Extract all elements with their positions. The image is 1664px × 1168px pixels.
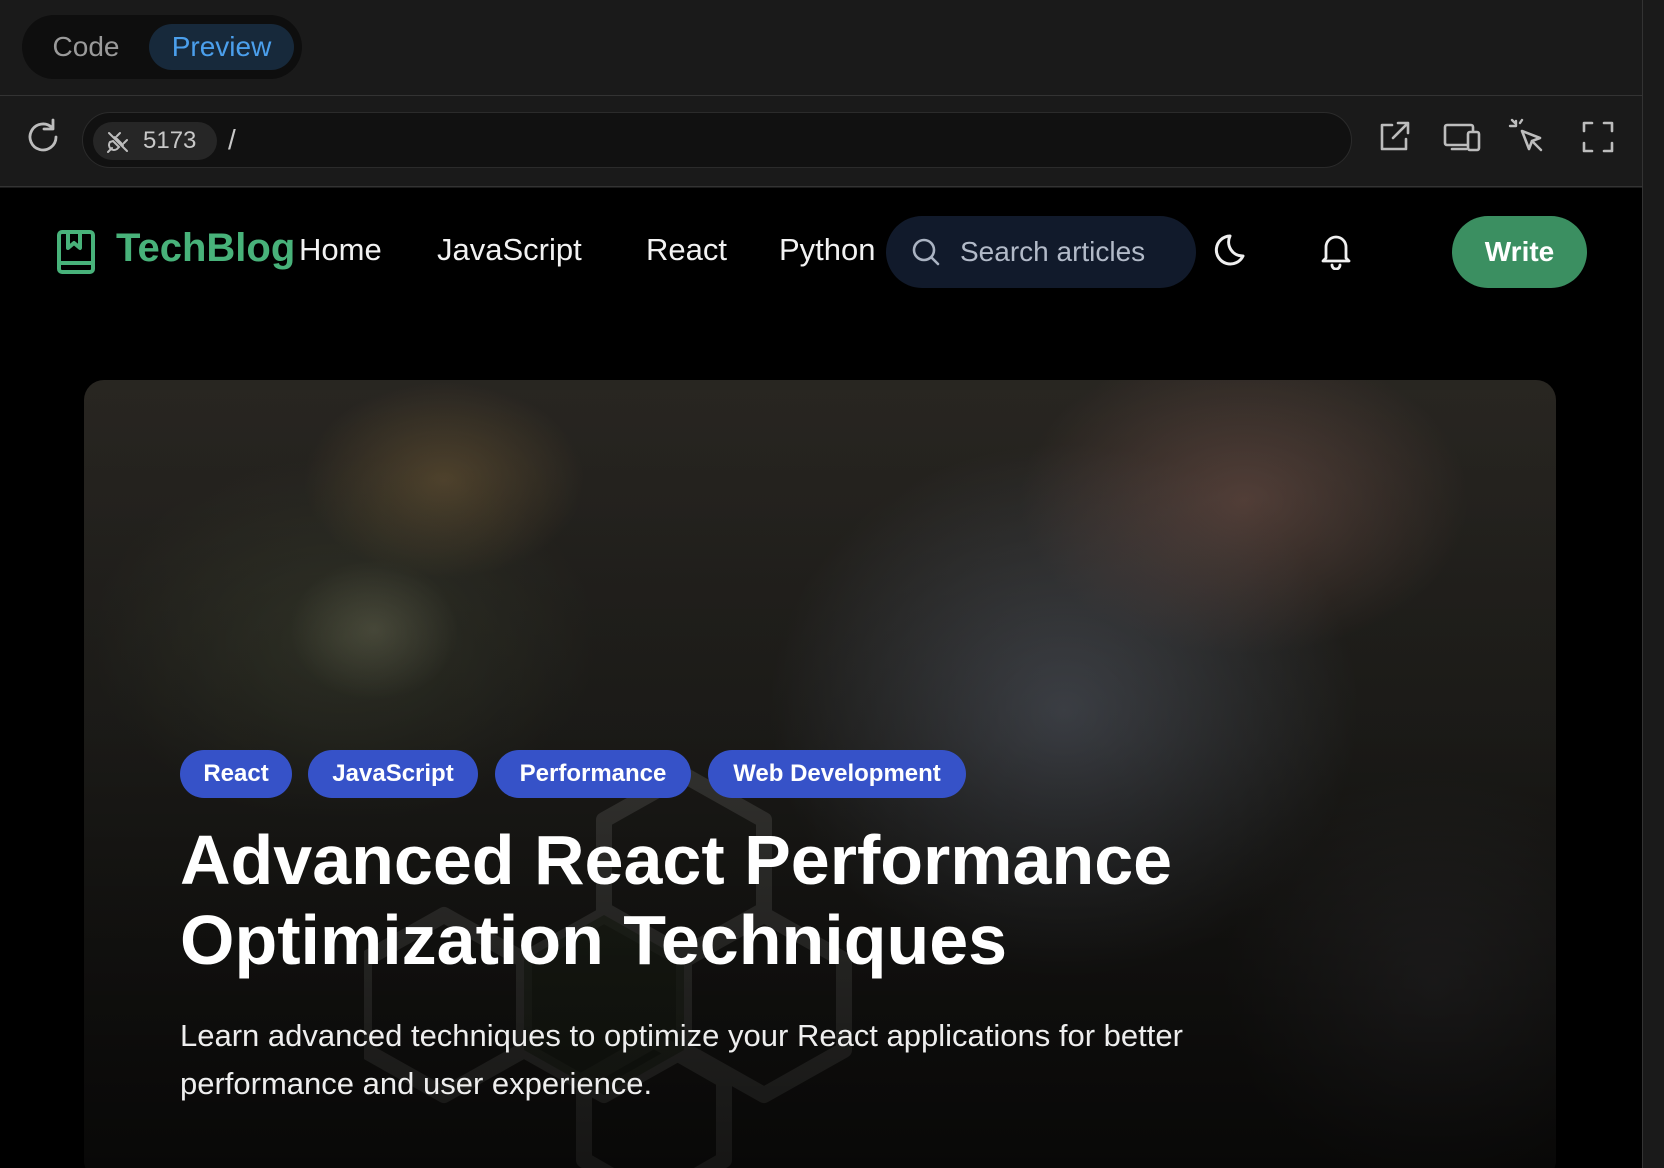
url-path[interactable]: / (228, 124, 236, 156)
hero-description: Learn advanced techniques to optimize yo… (180, 1018, 1183, 1101)
tag-web-development[interactable]: Web Development (708, 750, 966, 798)
nav-home[interactable]: Home (299, 232, 382, 268)
tag-react[interactable]: React (180, 750, 292, 798)
bookmark-book-icon (57, 230, 95, 274)
hero-title-line-2: Optimization Techniques (180, 901, 1008, 979)
code-tab[interactable]: Code (30, 24, 142, 70)
nav-python[interactable]: Python (779, 232, 876, 268)
preview-url-toolbar: 5173 / (0, 96, 1642, 187)
inspect-cursor-icon[interactable] (1508, 117, 1548, 157)
tag-performance[interactable]: Performance (495, 750, 691, 798)
view-toggle: Code Preview (22, 15, 302, 79)
open-external-icon[interactable] (1374, 117, 1414, 157)
tag-javascript[interactable]: JavaScript (308, 750, 478, 798)
preview-frame: TechBlog Home JavaScript React Python Wr… (0, 188, 1642, 1168)
hero-title[interactable]: Advanced React Performance Optimization … (180, 820, 1380, 980)
reload-icon[interactable] (22, 116, 64, 158)
search-box[interactable] (886, 216, 1196, 288)
plug-icon (107, 132, 128, 153)
nav-react[interactable]: React (646, 232, 727, 268)
notification-bell-icon[interactable] (1316, 230, 1356, 270)
fullscreen-icon[interactable] (1578, 117, 1618, 157)
editor-top-toolbar: Code Preview (0, 0, 1642, 96)
preview-tab[interactable]: Preview (149, 24, 294, 70)
port-number: 5173 (143, 127, 197, 154)
search-input[interactable] (960, 234, 1180, 270)
site-navbar: TechBlog Home JavaScript React Python Wr… (0, 188, 1642, 308)
editor-right-edge (1642, 0, 1664, 1168)
hero-title-line-1: Advanced React Performance (180, 821, 1173, 899)
write-button[interactable]: Write (1452, 216, 1587, 288)
port-chip[interactable]: 5173 (93, 122, 217, 160)
url-bar[interactable]: 5173 / (82, 112, 1352, 168)
featured-hero-card[interactable]: React JavaScript Performance Web Develop… (84, 380, 1556, 1168)
responsive-devices-icon[interactable] (1442, 117, 1482, 157)
dark-mode-moon-icon[interactable] (1213, 230, 1253, 270)
site-brand[interactable]: TechBlog (116, 226, 295, 271)
nav-javascript[interactable]: JavaScript (437, 232, 582, 268)
search-icon (912, 238, 940, 266)
